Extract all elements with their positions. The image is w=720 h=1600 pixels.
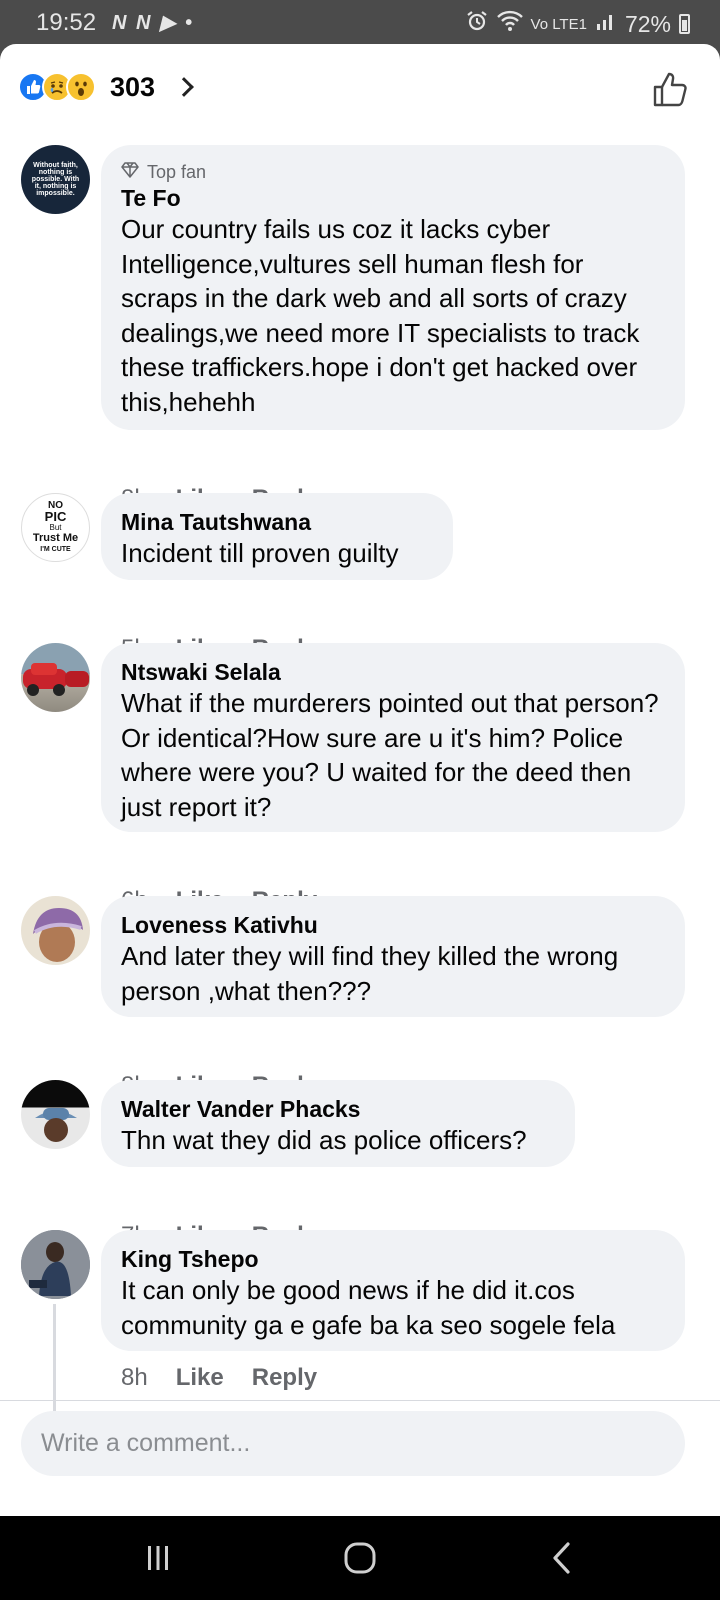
comment-text: Thn wat they did as police officers? <box>121 1125 527 1155</box>
comment-bubble[interactable]: Top fan Te Fo Our country fails us coz i… <box>101 145 685 430</box>
avatar[interactable]: NO PIC But Trust Me I'M CUTE <box>21 493 90 562</box>
comment-input[interactable] <box>21 1411 685 1476</box>
comment-author[interactable]: Loveness Kativhu <box>121 911 665 939</box>
top-fan-badge: Top fan <box>121 160 665 184</box>
comment-composer[interactable] <box>21 1411 685 1476</box>
chevron-right-icon[interactable] <box>174 77 194 97</box>
comment-author[interactable]: Mina Tautshwana <box>121 508 433 536</box>
comment-bubble[interactable]: Walter Vander Phacks Thn wat they did as… <box>101 1080 575 1167</box>
avatar-line: PIC <box>44 509 67 524</box>
avatar-line: Trust Me <box>32 532 79 544</box>
diamond-icon <box>121 161 139 183</box>
wifi-icon <box>496 10 523 38</box>
comment-bubble[interactable]: Mina Tautshwana Incident till proven gui… <box>101 493 453 580</box>
comment-bubble[interactable]: Loveness Kativhu And later they will fin… <box>101 896 685 1017</box>
notification-indicators: N N ▶ • <box>112 12 194 34</box>
comment-author[interactable]: Te Fo <box>121 184 665 212</box>
top-fan-label: Top fan <box>147 161 207 182</box>
comment-text: Incident till proven guilty <box>121 538 399 568</box>
avatar[interactable] <box>21 643 90 712</box>
comments-sheet: 303 Without faith, nothing is possible. … <box>0 44 720 1516</box>
comment-author[interactable]: Walter Vander Phacks <box>121 1095 555 1123</box>
like-post-button[interactable] <box>652 70 690 113</box>
recent-apps-button[interactable] <box>98 1516 218 1600</box>
avatar-line: I'M CUTE <box>40 546 71 553</box>
comment-time: 8h <box>121 1364 148 1391</box>
avatar[interactable] <box>21 1080 90 1149</box>
reactions-summary[interactable]: 303 <box>18 68 194 106</box>
comment-text: It can only be good news if he did it.co… <box>121 1275 616 1340</box>
reply-button[interactable]: Reply <box>252 1364 317 1392</box>
recent-apps-icon <box>148 1546 168 1570</box>
status-right-group: Vo LTE1 72% <box>465 9 690 39</box>
thumbs-up-icon <box>653 72 687 107</box>
wow-reaction-icon <box>66 72 96 102</box>
comment-author[interactable]: Ntswaki Selala <box>121 658 665 686</box>
comment-text: What if the murderers pointed out that p… <box>121 688 659 822</box>
composer-divider <box>0 1400 720 1401</box>
back-button[interactable] <box>502 1516 622 1600</box>
avatar-quote-text: Without faith, nothing is possible. With… <box>31 162 80 197</box>
network-label: Vo LTE1 <box>530 15 587 33</box>
comment-bubble[interactable]: Ntswaki Selala What if the murderers poi… <box>101 643 685 832</box>
like-button[interactable]: Like <box>176 1364 224 1392</box>
red-car-image <box>23 663 89 696</box>
avatar[interactable] <box>21 1230 90 1299</box>
comment-text: Our country fails us coz it lacks cyber … <box>121 214 640 417</box>
home-button[interactable] <box>300 1516 420 1600</box>
signal-icon <box>595 10 617 38</box>
alarm-icon <box>465 9 489 39</box>
status-bar: 19:52 N N ▶ • Vo LTE1 72% <box>0 0 720 44</box>
person-bucket-hat-image <box>35 1108 77 1142</box>
battery-percent: 72% <box>624 10 671 37</box>
comment-author[interactable]: King Tshepo <box>121 1245 665 1273</box>
comment-bubble[interactable]: King Tshepo It can only be good news if … <box>101 1230 685 1351</box>
status-time: 19:52 <box>36 9 97 36</box>
person-sitting-image <box>21 1230 90 1299</box>
person-headwrap-image <box>33 908 83 962</box>
comment-text: And later they will find they killed the… <box>121 941 619 1006</box>
home-icon <box>344 1542 376 1574</box>
system-nav-bar <box>0 1516 720 1600</box>
avatar[interactable]: Without faith, nothing is possible. With… <box>21 145 90 214</box>
comment-actions: 8h Like Reply <box>121 1364 317 1392</box>
back-icon <box>553 1542 570 1574</box>
avatar[interactable] <box>21 896 90 965</box>
battery-icon <box>679 14 690 34</box>
reaction-count: 303 <box>110 71 156 102</box>
